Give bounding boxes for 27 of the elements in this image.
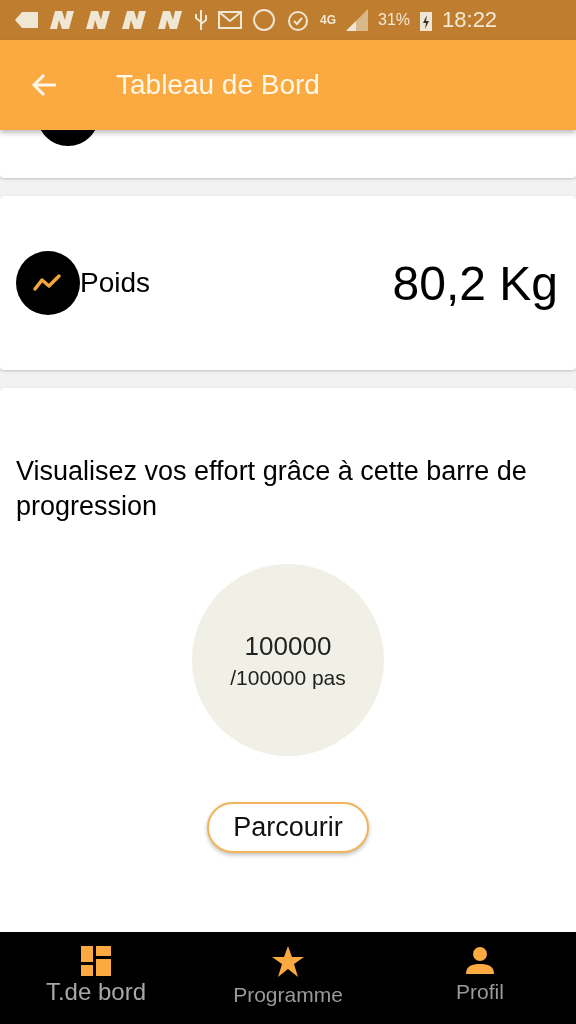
battery-icon (420, 9, 433, 31)
person-icon (466, 946, 494, 974)
nav-tab[interactable]: Profil (384, 932, 576, 1024)
n-icon (158, 10, 184, 30)
dashboard-icon (81, 946, 111, 976)
battery-percent: 31% (378, 11, 411, 29)
alarm-icon (286, 8, 310, 32)
app-title: Tableau de Bord (116, 69, 320, 101)
usb-icon (194, 9, 208, 31)
nav-tab[interactable]: T.de bord (0, 932, 192, 1024)
nav-tab[interactable]: Programme (192, 932, 384, 1024)
network-label: 4G (320, 13, 336, 27)
n-icon (122, 10, 148, 30)
browse-button[interactable]: Parcourir (207, 802, 369, 853)
chart-icon (16, 251, 80, 315)
n-icon (86, 10, 112, 30)
notification-icon (14, 10, 40, 30)
step-count: 100000 (244, 630, 332, 662)
step-goal: /100000 pas (230, 665, 346, 690)
clock: 18:22 (442, 7, 498, 33)
signal-icon (346, 9, 368, 31)
mail-icon (218, 11, 242, 29)
weight-label: Poids (80, 267, 152, 299)
star-icon (272, 946, 304, 977)
n-icon (50, 10, 76, 30)
weight-value: 80,2 Kg (392, 255, 558, 311)
description-text: Visualisez vos effort grâce à cette barre de progression (16, 455, 528, 523)
